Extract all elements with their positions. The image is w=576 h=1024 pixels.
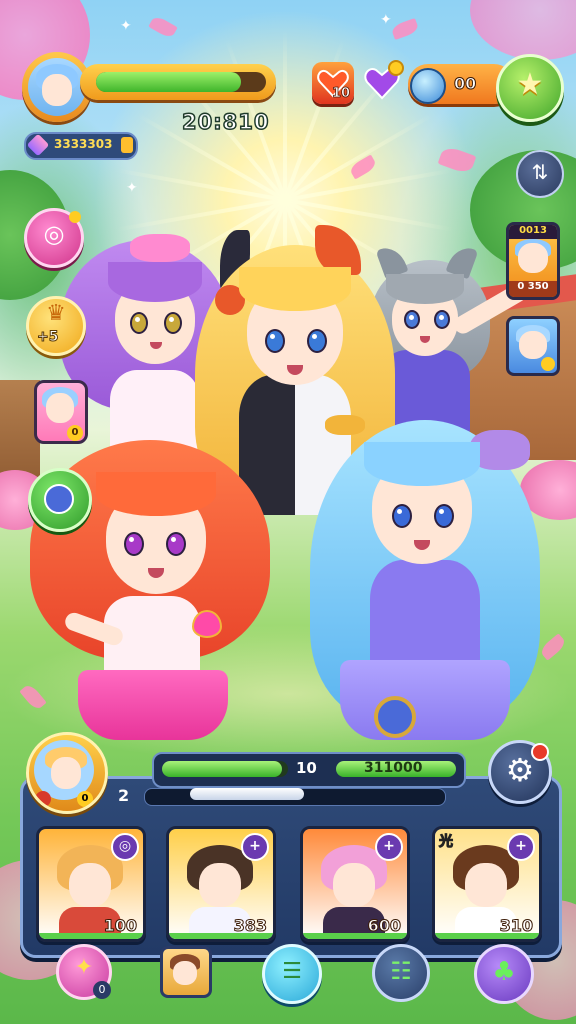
- heart-brooch: [192, 610, 222, 638]
- petal: [390, 17, 420, 41]
- nav-clover-button[interactable]: ♣: [474, 944, 534, 1004]
- mail-button[interactable]: ◎: [24, 208, 84, 268]
- lives-counter[interactable]: 10: [312, 62, 354, 104]
- level-badge: 0: [77, 791, 93, 807]
- card-hp-bar: [169, 933, 273, 939]
- event-card-header: 0013: [509, 225, 557, 239]
- hp-bar: [162, 761, 288, 777]
- stage-progress-fill: [190, 788, 304, 800]
- character-blue-hair: [300, 410, 550, 750]
- hero-card[interactable]: +383: [166, 826, 276, 942]
- score-readout: 20:810: [181, 109, 270, 135]
- nav-hero-button[interactable]: [160, 946, 212, 998]
- hero-card[interactable]: + 光 310: [432, 826, 542, 942]
- gem-count: 3333303: [54, 137, 113, 151]
- experience-bar-fill: [96, 72, 241, 92]
- notification-dot: [531, 743, 549, 761]
- lives-count: 10: [332, 86, 351, 102]
- sparkle: ✦: [120, 18, 132, 34]
- bonus-label: +5: [36, 329, 59, 346]
- leader-avatar[interactable]: 0: [26, 732, 108, 814]
- event-card[interactable]: 0013 0 350: [506, 222, 560, 300]
- power-bar: 311000: [336, 760, 456, 777]
- card-add-icon[interactable]: +: [241, 833, 269, 861]
- star-menu-button[interactable]: ★: [496, 54, 564, 122]
- card-hp-bar: [303, 933, 407, 939]
- hero-card[interactable]: ◎ 100: [36, 826, 146, 942]
- gem-icon: [26, 133, 50, 157]
- attack-badge-icon: [35, 791, 51, 807]
- wand-icon: ✦: [74, 955, 94, 980]
- stat-value: 10: [296, 759, 317, 777]
- hair-bow: [130, 234, 190, 262]
- stage-progress: 2: [118, 786, 458, 808]
- nav-magic-button[interactable]: ✦ 0: [56, 944, 112, 1000]
- nav-list-button[interactable]: ☷: [372, 944, 430, 1002]
- quest-button[interactable]: [28, 468, 92, 532]
- menu-icon: ☰: [282, 959, 302, 984]
- hp-bar-fill: [162, 761, 282, 777]
- add-gems-icon: [121, 137, 133, 153]
- notification-dot: [541, 357, 555, 371]
- clover-icon: ♣: [492, 957, 516, 987]
- energy-count: 00: [453, 74, 477, 94]
- card-hp-bar: [39, 933, 143, 939]
- list-icon: ☷: [390, 957, 412, 985]
- sun-ray: [283, 30, 287, 200]
- nav-magic-count: 0: [93, 981, 111, 999]
- card-add-icon[interactable]: ◎: [111, 833, 139, 861]
- chat-icon: ◎: [43, 220, 65, 248]
- hero-card[interactable]: +600: [300, 826, 410, 942]
- companion-card[interactable]: 0: [34, 380, 88, 444]
- energy-orb-icon: [410, 68, 446, 104]
- experience-bar: [80, 64, 276, 100]
- card-hp-bar: [435, 933, 539, 939]
- sort-icon: ⇅: [531, 160, 549, 184]
- pink-bubble: [470, 0, 576, 60]
- quest-icon: [44, 484, 74, 514]
- friend-card[interactable]: [506, 316, 560, 376]
- bag-clasp: [374, 696, 416, 738]
- settings-button[interactable]: ⚙: [488, 740, 552, 804]
- sparkle: ✦: [380, 12, 392, 28]
- card-tag: 光: [439, 834, 454, 851]
- stage-level: 2: [118, 786, 130, 805]
- companion-badge: 0: [67, 425, 83, 441]
- petal: [148, 14, 178, 40]
- favorite-button[interactable]: [362, 60, 404, 102]
- event-card-value: 0 350: [509, 281, 557, 297]
- power-value: 311000: [364, 760, 423, 776]
- card-add-icon[interactable]: +: [375, 833, 403, 861]
- notification-dot: [388, 60, 404, 76]
- sparkle: ✦: [126, 180, 138, 196]
- notification-dot: [69, 211, 81, 223]
- star-icon: ★: [516, 67, 544, 102]
- card-add-icon[interactable]: +: [507, 833, 535, 861]
- stat-bars: 10 311000: [152, 752, 466, 788]
- nav-home-button[interactable]: ☰: [262, 944, 322, 1004]
- gem-counter[interactable]: 3333303: [24, 132, 138, 160]
- crown-icon: ♛: [46, 301, 66, 326]
- bonus-button[interactable]: ♛ +5: [26, 296, 86, 356]
- sort-button[interactable]: ⇅: [516, 150, 564, 198]
